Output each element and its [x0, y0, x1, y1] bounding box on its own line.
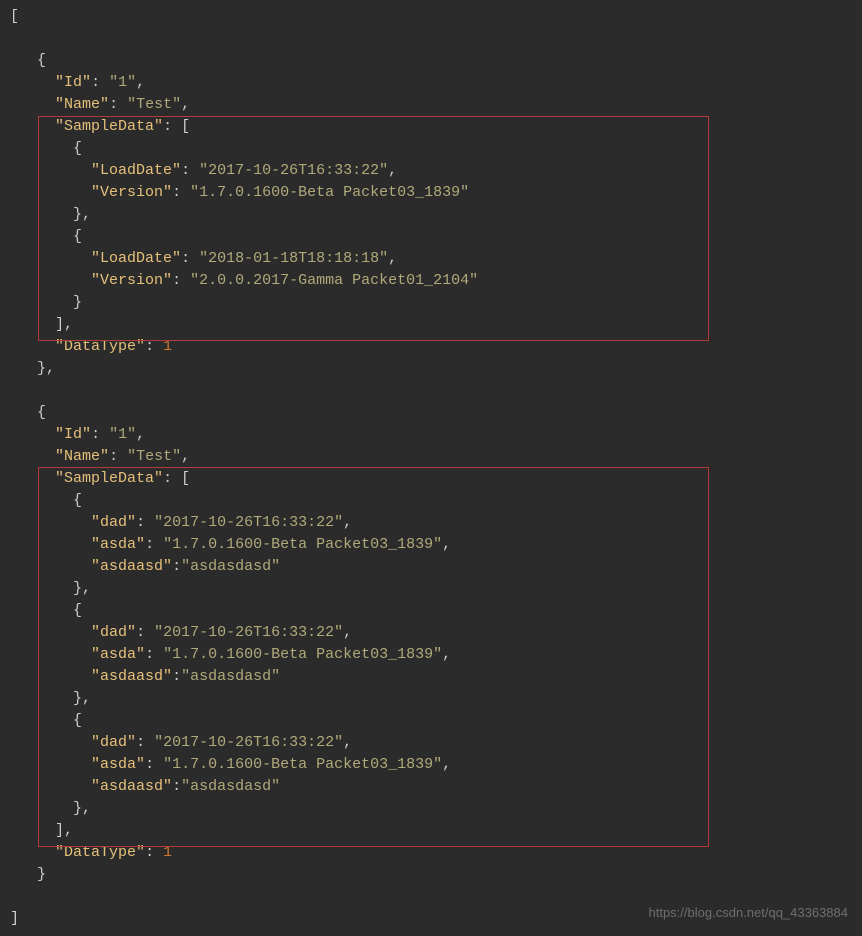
code-line: "Name": "Test",: [10, 446, 862, 468]
code-line: }: [10, 292, 862, 314]
code-line: [: [10, 6, 862, 28]
code-line: "Version": "1.7.0.1600-Beta Packet03_183…: [10, 182, 862, 204]
code-line: {: [10, 50, 862, 72]
code-line: "dad": "2017-10-26T16:33:22",: [10, 732, 862, 754]
code-editor[interactable]: [ { "Id": "1", "Name": "Test", "SampleDa…: [0, 0, 862, 930]
code-line: {: [10, 226, 862, 248]
code-line: },: [10, 688, 862, 710]
code-line: },: [10, 798, 862, 820]
code-line: [10, 28, 862, 50]
code-line: {: [10, 600, 862, 622]
code-line: {: [10, 490, 862, 512]
code-line: "asdaasd":"asdasdasd": [10, 776, 862, 798]
code-line: ],: [10, 820, 862, 842]
code-line: "asdaasd":"asdasdasd": [10, 666, 862, 688]
code-line: "SampleData": [: [10, 468, 862, 490]
code-line: ],: [10, 314, 862, 336]
code-line: {: [10, 138, 862, 160]
watermark: https://blog.csdn.net/qq_43363884: [649, 902, 849, 924]
code-line: "asda": "1.7.0.1600-Beta Packet03_1839",: [10, 754, 862, 776]
code-line: "DataType": 1: [10, 842, 862, 864]
code-line: "dad": "2017-10-26T16:33:22",: [10, 512, 862, 534]
code-line: },: [10, 204, 862, 226]
code-line: }: [10, 864, 862, 886]
code-line: "Version": "2.0.0.2017-Gamma Packet01_21…: [10, 270, 862, 292]
code-line: "DataType": 1: [10, 336, 862, 358]
code-line: "SampleData": [: [10, 116, 862, 138]
code-line: "Name": "Test",: [10, 94, 862, 116]
code-line: "dad": "2017-10-26T16:33:22",: [10, 622, 862, 644]
code-line: },: [10, 358, 862, 380]
code-line: [10, 380, 862, 402]
code-line: "asda": "1.7.0.1600-Beta Packet03_1839",: [10, 644, 862, 666]
code-line: "LoadDate": "2018-01-18T18:18:18",: [10, 248, 862, 270]
code-line: "LoadDate": "2017-10-26T16:33:22",: [10, 160, 862, 182]
code-line: },: [10, 578, 862, 600]
code-line: "asda": "1.7.0.1600-Beta Packet03_1839",: [10, 534, 862, 556]
code-line: {: [10, 402, 862, 424]
code-line: "Id": "1",: [10, 72, 862, 94]
code-line: {: [10, 710, 862, 732]
code-line: "asdaasd":"asdasdasd": [10, 556, 862, 578]
code-line: "Id": "1",: [10, 424, 862, 446]
